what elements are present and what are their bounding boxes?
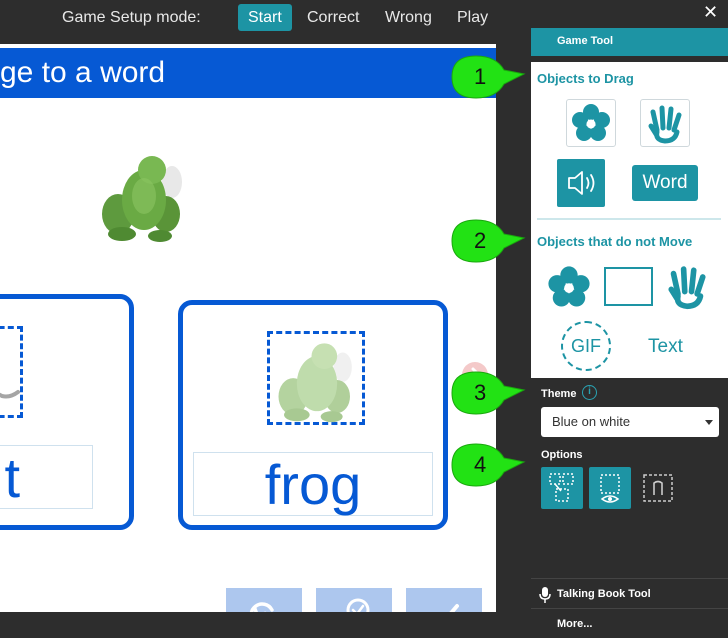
image-drop-target[interactable]: [0, 326, 23, 418]
mode-play-button[interactable]: Play: [447, 4, 498, 31]
static-gif-tool[interactable]: GIF: [561, 321, 611, 371]
options-label: Options: [541, 449, 583, 461]
talking-book-tool-item[interactable]: Talking Book Tool: [531, 578, 728, 608]
chevron-down-icon: [705, 420, 713, 425]
undo-icon: [249, 602, 274, 612]
option-show-targets-button[interactable]: [541, 467, 583, 509]
game-tool-header[interactable]: Game Tool: [531, 28, 728, 56]
word-label[interactable]: t: [0, 445, 93, 509]
microphone-icon: [539, 587, 551, 603]
try-again-button[interactable]: [226, 588, 302, 612]
theme-label: Theme: [541, 388, 577, 400]
match-card-left: t: [0, 294, 134, 530]
static-rectangle-tool[interactable]: [604, 267, 653, 306]
check-answer-icon: [346, 598, 370, 612]
callout-number-4: 4: [474, 452, 487, 477]
drag-hand-tool[interactable]: [640, 99, 690, 147]
checkmark-icon: [449, 604, 459, 612]
drag-word-tool[interactable]: Word: [632, 165, 698, 201]
mode-wrong-button[interactable]: Wrong: [375, 4, 442, 31]
check-button[interactable]: [406, 588, 482, 612]
theme-select[interactable]: Blue on white: [541, 407, 719, 437]
callout-number-2: 2: [474, 228, 487, 253]
hand-icon: [648, 105, 682, 144]
drag-audio-tool[interactable]: [557, 159, 605, 207]
eye-box-icon: [600, 474, 620, 503]
objects-do-not-move-label: Objects that do not Move: [537, 234, 693, 249]
callout-number-3: 3: [474, 380, 487, 405]
close-icon[interactable]: ✕: [703, 2, 718, 23]
option-show-answers-button[interactable]: [589, 467, 631, 509]
dashed-boxes-icon: [549, 473, 574, 502]
game-setup-toolbar: Game Setup mode: Start Correct Wrong Pla…: [0, 0, 528, 36]
static-text-tool[interactable]: Text: [648, 336, 683, 358]
more-label: More...: [557, 618, 593, 630]
info-icon[interactable]: i: [582, 385, 597, 400]
game-setup-mode-label: Game Setup mode:: [62, 9, 201, 26]
theme-selected-value: Blue on white: [552, 414, 631, 429]
talking-book-tool-label: Talking Book Tool: [557, 588, 651, 600]
flower-icon: [572, 104, 610, 141]
dashed-text-icon: [643, 474, 673, 502]
frog-image-faded: [278, 343, 352, 423]
more-item[interactable]: More...: [531, 608, 728, 638]
speaker-icon: [568, 171, 595, 195]
match-card-frog: frog: [178, 300, 448, 530]
word-label[interactable]: frog: [193, 452, 433, 516]
mode-correct-button[interactable]: Correct: [297, 4, 369, 31]
static-hand-tool[interactable]: [660, 260, 714, 312]
objects-area: [531, 62, 728, 378]
drag-flower-tool[interactable]: [566, 99, 616, 147]
objects-to-drag-label: Objects to Drag: [537, 71, 634, 86]
callout-number-1: 1: [474, 64, 487, 89]
cat-tail-image: [0, 390, 20, 399]
section-divider: [537, 218, 721, 220]
frog-image-draggable[interactable]: [98, 148, 190, 244]
show-answer-button[interactable]: [316, 588, 392, 612]
static-flower-tool[interactable]: [543, 262, 595, 312]
option-hide-text-button[interactable]: [637, 467, 679, 509]
book-page: ge to a word t frog: [0, 44, 496, 612]
mode-start-button[interactable]: Start: [238, 4, 292, 31]
image-drop-target[interactable]: [267, 331, 365, 425]
page-title[interactable]: ge to a word: [0, 48, 496, 98]
